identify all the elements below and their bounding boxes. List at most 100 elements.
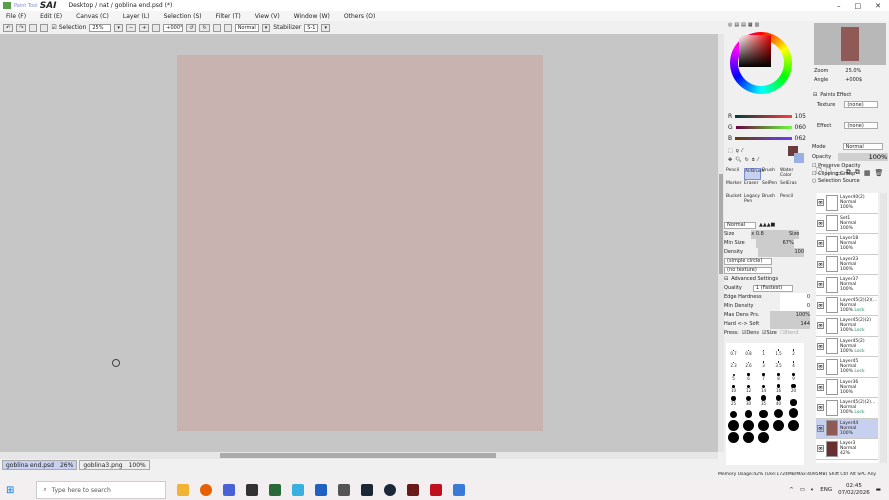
layer-mode-select[interactable]: Normal xyxy=(842,143,883,150)
canvas-artwork-placeholder[interactable] xyxy=(177,55,543,431)
layer-item[interactable]: 👁︎ Layer45(2) Normal 100% Lock xyxy=(816,337,878,357)
notifications-icon[interactable]: ▬ xyxy=(876,487,881,493)
steam-icon[interactable] xyxy=(361,484,374,496)
brush-size-preset[interactable]: 20 xyxy=(786,381,801,393)
layer-scrollbar[interactable] xyxy=(880,193,887,463)
layer-item[interactable]: 👁︎ Layer23 Normal 100% xyxy=(816,255,878,275)
brush-size-preset[interactable]: 35 xyxy=(756,393,771,406)
effect-select[interactable]: (none) xyxy=(844,122,879,129)
min-size-slider[interactable]: 67% xyxy=(755,239,794,248)
tool-eraser[interactable]: Eraser xyxy=(744,181,761,193)
brush-size-preset[interactable]: 14 xyxy=(756,381,771,393)
brush-size-preset[interactable] xyxy=(786,406,801,418)
document-tab[interactable]: goblina end.psd 26% xyxy=(2,460,78,470)
hsv-slider-mode-icon[interactable]: ▤ xyxy=(741,22,746,28)
menu-filter[interactable]: Filter (T) xyxy=(216,13,241,20)
scratchpad-icon[interactable]: ▥ xyxy=(755,22,760,28)
red-slider[interactable] xyxy=(735,114,792,118)
visibility-eye-icon[interactable]: 👁︎ xyxy=(817,342,824,350)
app-icon[interactable] xyxy=(453,484,466,496)
zoom-out-button[interactable]: − xyxy=(125,23,137,32)
visibility-eye-icon[interactable]: 👁︎ xyxy=(817,260,824,268)
clear-layer-icon[interactable]: ▦ xyxy=(864,169,871,177)
menu-selection[interactable]: Selection (S) xyxy=(164,13,202,20)
firefox-icon[interactable] xyxy=(200,484,213,496)
brush-size-preset[interactable]: 7 xyxy=(756,368,771,381)
layer-item[interactable]: 👁︎ Layer3 Normal 42% xyxy=(816,439,878,460)
density-slider[interactable]: 100 xyxy=(758,248,805,257)
visibility-eye-icon[interactable]: 👁︎ xyxy=(817,199,824,207)
tool-brush[interactable]: Brush xyxy=(762,168,779,180)
network-icon[interactable]: ▭ xyxy=(800,487,805,493)
brush-size-preset[interactable] xyxy=(786,418,801,431)
canvas-area[interactable] xyxy=(0,34,718,452)
brush-size-preset[interactable]: 12 xyxy=(741,381,756,393)
tool-legacy-pen[interactable]: Legacy Pen xyxy=(744,194,761,206)
tool-bucket[interactable]: Bucket xyxy=(726,194,743,206)
saturation-value-square[interactable] xyxy=(739,35,771,67)
brush-size-preset[interactable]: 16 xyxy=(771,381,786,393)
canvas-horizontal-scrollbar[interactable] xyxy=(0,452,718,459)
brush-size-preset[interactable]: 8 xyxy=(771,368,786,381)
invert-selection-button[interactable] xyxy=(40,23,49,32)
brush-shape-select[interactable]: (simple circle) xyxy=(724,258,772,265)
brush-size-preset[interactable] xyxy=(771,418,786,431)
visibility-eye-icon[interactable]: 👁︎ xyxy=(817,219,824,227)
brush-size-preset[interactable]: 40 xyxy=(771,393,786,406)
edge-hardness-slider[interactable]: 0 xyxy=(780,293,810,302)
menu-others[interactable]: Others (O) xyxy=(344,13,375,20)
selection-source-checkbox[interactable]: ○ Selection Source xyxy=(812,178,861,186)
close-icon[interactable]: ✕ xyxy=(875,2,881,10)
tool-water-color[interactable]: Water Color xyxy=(780,168,797,180)
rotate-reset-button[interactable] xyxy=(212,23,221,32)
hard-soft-slider[interactable]: 144 xyxy=(770,320,810,329)
collapse-icon[interactable]: ⊟ xyxy=(813,92,817,98)
brush-blend-select[interactable]: Normal xyxy=(724,222,756,229)
brush-size-preset[interactable]: 0.7 xyxy=(726,343,741,356)
rotate-icon[interactable]: ↻ xyxy=(745,157,749,163)
brush-size-preset[interactable]: 1.5 xyxy=(771,343,786,356)
brush-size-preset[interactable] xyxy=(741,431,756,443)
red-value[interactable]: 105 xyxy=(795,113,806,120)
clock[interactable]: 02:45 07/02/2026 xyxy=(838,483,870,497)
blend-dropdown[interactable]: ▾ xyxy=(261,23,271,32)
brush-size-preset[interactable]: 0.8 xyxy=(741,343,756,356)
file-explorer-icon[interactable] xyxy=(177,484,190,496)
visibility-eye-icon[interactable]: 👁︎ xyxy=(817,404,824,412)
delete-layer-icon[interactable]: 🗑︎ xyxy=(875,169,884,177)
layer-item[interactable]: 👁︎ Layer45 Normal 100% Lock xyxy=(816,357,878,378)
eyedropper-icon[interactable]: ⁄ xyxy=(758,157,759,163)
brush-size-preset[interactable] xyxy=(726,431,741,443)
blue-slider[interactable] xyxy=(735,136,792,140)
rect-select-icon[interactable]: ⬚ xyxy=(728,148,733,154)
max-density-slider[interactable]: 100% xyxy=(770,311,810,320)
visibility-eye-icon[interactable]: 👁︎ xyxy=(817,281,824,289)
hand-icon[interactable]: ✋︎ xyxy=(752,157,755,163)
navigator-preview[interactable] xyxy=(814,23,886,65)
layer-item[interactable]: 👁︎ Set1 Normal 100% xyxy=(816,214,878,234)
zoom-tool-icon[interactable]: 🔍︎ xyxy=(735,157,741,163)
green-value[interactable]: 060 xyxy=(795,124,806,131)
steam-icon[interactable] xyxy=(384,484,397,496)
layer-item[interactable]: 👁︎ Layer44 Normal 100% xyxy=(816,418,878,439)
rgb-slider-mode-icon[interactable]: ▤ xyxy=(734,22,739,28)
brush-size-preset[interactable] xyxy=(756,431,771,443)
volume-icon[interactable]: 🔈︎ xyxy=(811,487,814,494)
texture-select[interactable]: (none) xyxy=(844,101,879,108)
app-icon[interactable] xyxy=(430,484,443,496)
brush-texture-select[interactable]: (no texture) xyxy=(724,267,772,274)
tool-seleras[interactable]: SelEras xyxy=(780,181,797,193)
visibility-eye-icon[interactable]: 👁︎ xyxy=(817,363,824,371)
brush-size-preset[interactable] xyxy=(756,418,771,431)
menu-canvas[interactable]: Canvas (C) xyxy=(76,13,109,20)
rotate-right-button[interactable]: ↻ xyxy=(199,23,210,32)
brush-size-preset[interactable] xyxy=(741,406,756,418)
new-layer-icon[interactable]: 🗋︎ xyxy=(816,167,822,178)
tray-chevron-icon[interactable]: ^ xyxy=(789,487,794,493)
menu-window[interactable]: Window (W) xyxy=(294,13,330,20)
scroll-thumb[interactable] xyxy=(719,174,723,274)
brush-size-preset[interactable]: 30 xyxy=(741,393,756,406)
rotate-left-button[interactable]: ↺ xyxy=(186,23,197,32)
scroll-thumb[interactable] xyxy=(220,453,496,458)
brush-size-preset[interactable]: 2.3 xyxy=(726,356,741,368)
